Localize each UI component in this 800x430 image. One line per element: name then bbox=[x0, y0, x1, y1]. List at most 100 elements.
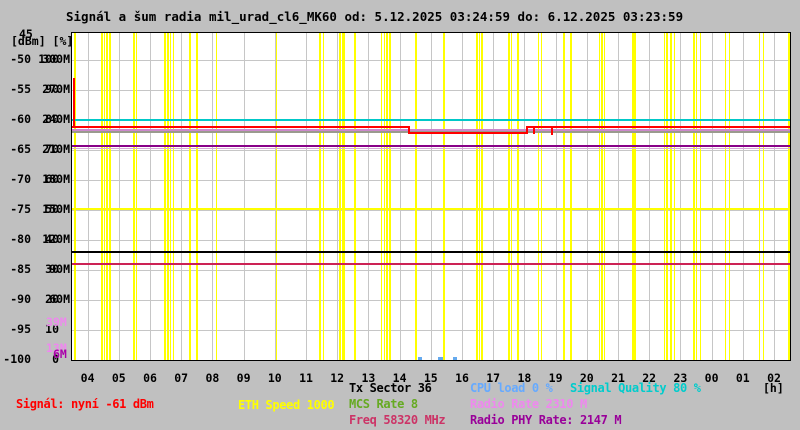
y-axis-row: -5590270M bbox=[0, 83, 70, 96]
y-tick-rate: 180M bbox=[38, 173, 70, 186]
y-axis-row: -853090M bbox=[0, 263, 70, 276]
y-tick-rate: 210M bbox=[38, 143, 70, 156]
eth-event-line bbox=[674, 33, 676, 360]
eth-event-line bbox=[164, 33, 166, 360]
y-tick-dbm: -95 bbox=[0, 323, 31, 336]
cpu-load-spike bbox=[453, 357, 457, 360]
grid-line-vertical bbox=[368, 33, 369, 360]
x-tick-hour: 05 bbox=[106, 371, 132, 385]
grid-line-vertical bbox=[212, 33, 213, 360]
y-tick-rate-colored: 6M bbox=[53, 347, 67, 361]
legend-signal-quality: Signal Quality 80 % bbox=[570, 381, 701, 395]
grid-line-horizontal bbox=[72, 210, 790, 211]
y-axis-row: -6570210M bbox=[0, 143, 70, 156]
signal-line-step bbox=[533, 127, 535, 134]
eth-event-line bbox=[386, 33, 388, 360]
grid-line-vertical bbox=[556, 33, 557, 360]
signal-line-step bbox=[408, 126, 410, 134]
y-tick-dbm: -65 bbox=[0, 143, 31, 156]
legend-signal: Signál: nyní -61 dBm bbox=[16, 397, 154, 411]
eth-event-line bbox=[476, 33, 478, 360]
grid-line-horizontal bbox=[72, 60, 790, 61]
signal-line-step bbox=[526, 126, 528, 134]
grid-line-horizontal bbox=[72, 150, 790, 151]
eth-event-line bbox=[354, 33, 356, 360]
eth-event-line bbox=[276, 33, 278, 360]
grid-line-vertical bbox=[119, 33, 120, 360]
legend-mcs-rate: MCS Rate 8 bbox=[349, 397, 418, 411]
x-tick-hour: 12 bbox=[324, 371, 350, 385]
eth-event-line bbox=[599, 33, 601, 360]
y-axis-row: -8040120M bbox=[0, 233, 70, 246]
eth-event-line bbox=[563, 33, 565, 360]
eth-event-line bbox=[443, 33, 445, 360]
x-tick-hour: 00 bbox=[699, 371, 725, 385]
eth-event-line bbox=[479, 33, 481, 360]
eth-event-line bbox=[601, 33, 603, 360]
y-axis-row: -6080240M bbox=[0, 113, 70, 126]
phy-avg-line bbox=[72, 148, 790, 149]
y-tick-dbm: -55 bbox=[0, 83, 31, 96]
eth-event-line bbox=[725, 33, 727, 360]
eth-event-line bbox=[604, 33, 606, 360]
eth-event-line bbox=[104, 33, 106, 360]
eth-event-line bbox=[632, 33, 636, 360]
y-axis-row: -50100300M bbox=[0, 53, 70, 66]
x-tick-hour: 11 bbox=[293, 371, 319, 385]
freq-line bbox=[72, 263, 790, 265]
legend-freq: Freq 58320 MHz bbox=[349, 413, 445, 427]
radio-signal-graph: Signál a šum radia mil_urad_cl6_MK60 od:… bbox=[0, 0, 800, 430]
grid-line-vertical bbox=[400, 33, 401, 360]
y-tick-rate: 90M bbox=[38, 263, 70, 276]
cpu-load-spike bbox=[418, 357, 422, 360]
cpu-load-spike bbox=[438, 357, 443, 360]
axis-units-label: [dBm] [%] bbox=[11, 34, 73, 48]
grid-line-vertical bbox=[524, 33, 525, 360]
y-axis-row: -902060M bbox=[0, 293, 70, 306]
signal-quality-line bbox=[72, 119, 790, 121]
y-tick-dbm: -85 bbox=[0, 263, 31, 276]
grid-line-vertical bbox=[774, 33, 775, 360]
eth-event-line bbox=[342, 33, 345, 360]
y-tick-rate: 300M bbox=[38, 53, 70, 66]
signal-line-segment bbox=[72, 126, 409, 128]
signal-line-step bbox=[73, 78, 75, 127]
grid-line-vertical bbox=[431, 33, 432, 360]
eth-event-line bbox=[415, 33, 417, 360]
y-tick-rate: 240M bbox=[38, 113, 70, 126]
grid-line-vertical bbox=[712, 33, 713, 360]
x-tick-hour: 09 bbox=[231, 371, 257, 385]
grid-line-vertical bbox=[181, 33, 182, 360]
eth-event-line bbox=[508, 33, 510, 360]
eth-event-line bbox=[106, 33, 108, 360]
x-tick-hour: 01 bbox=[730, 371, 756, 385]
eth-event-line bbox=[666, 33, 668, 360]
eth-event-line bbox=[763, 33, 765, 360]
y-tick-dbm: -100 bbox=[0, 353, 31, 366]
eth-event-line bbox=[696, 33, 698, 360]
grid-line-vertical bbox=[587, 33, 588, 360]
grid-line-horizontal bbox=[72, 240, 790, 241]
signal-line-segment bbox=[409, 132, 527, 134]
eth-event-line bbox=[101, 33, 103, 360]
eth-event-line bbox=[670, 33, 672, 360]
x-tick-hour: 08 bbox=[199, 371, 225, 385]
y-tick-dbm: -70 bbox=[0, 173, 31, 186]
eth-event-line bbox=[319, 33, 321, 360]
grid-line-horizontal bbox=[72, 90, 790, 91]
eth-event-line bbox=[517, 33, 519, 360]
y-tick-rate: 60M bbox=[38, 293, 70, 306]
eth-event-line bbox=[481, 33, 483, 360]
y-axis-row: -7060180M bbox=[0, 173, 70, 186]
y-tick-dbm: -50 bbox=[0, 53, 31, 66]
grid-line-vertical bbox=[88, 33, 89, 360]
eth-event-line bbox=[389, 33, 391, 360]
eth-event-line bbox=[339, 33, 341, 360]
eth-event-line bbox=[759, 33, 761, 360]
legend-cpu-load: CPU load 0 % bbox=[470, 381, 553, 395]
eth-event-line bbox=[173, 33, 175, 360]
eth-event-line bbox=[664, 33, 666, 360]
grid-line-vertical bbox=[462, 33, 463, 360]
y-tick-rate-colored: 39M bbox=[46, 315, 67, 329]
eth-event-line bbox=[381, 33, 383, 360]
